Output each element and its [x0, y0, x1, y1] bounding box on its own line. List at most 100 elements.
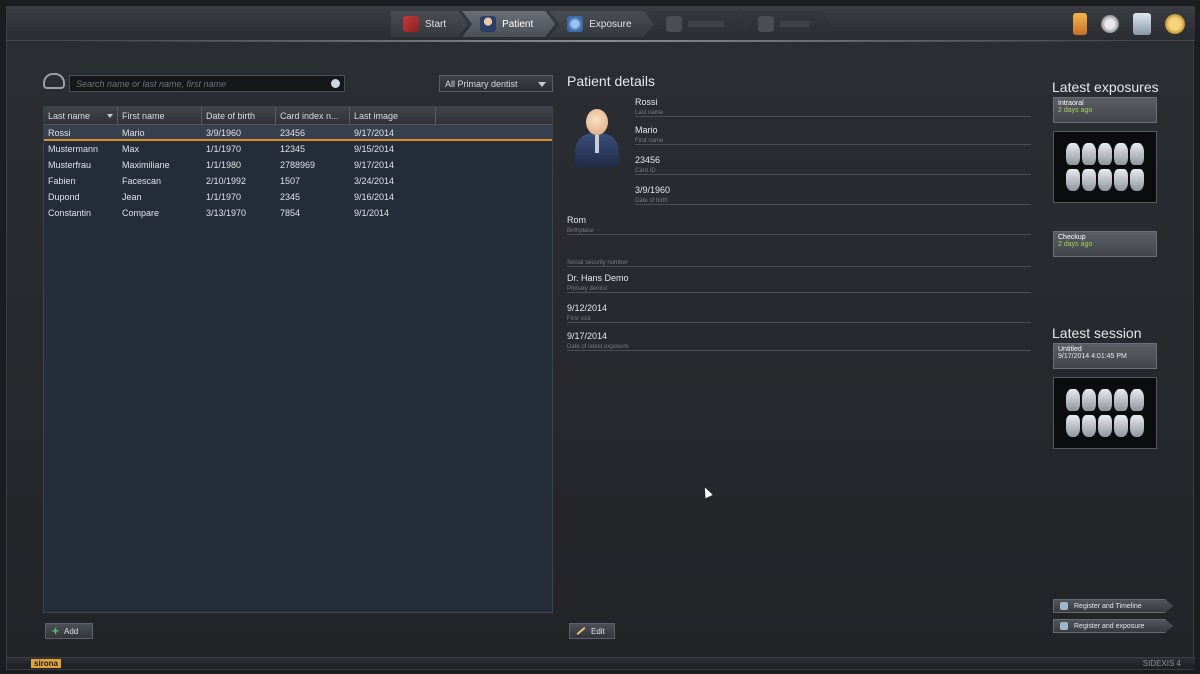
search-icon — [43, 73, 65, 89]
exposure-icon — [567, 16, 583, 32]
table-cell: 9/17/2014 — [354, 128, 395, 138]
col-last-image[interactable]: Last image — [350, 107, 436, 124]
detail-label: Card ID — [635, 168, 656, 174]
mouse-cursor — [701, 485, 713, 499]
teeth-row-lower — [1058, 169, 1152, 191]
tooth — [1130, 169, 1144, 191]
table-cell: 9/16/2014 — [354, 192, 395, 202]
detail-value: Mario — [635, 125, 658, 135]
table-row[interactable]: Rossi Mario 3/9/1960 23456 9/17/2014 — [44, 125, 552, 141]
col-first-name[interactable]: First name — [118, 107, 202, 124]
col-last-name[interactable]: Last name — [44, 107, 118, 124]
detail-label: Birthplace — [567, 228, 594, 234]
session-thumbnail[interactable] — [1053, 377, 1157, 449]
tooth — [1066, 143, 1080, 165]
exposure-icon — [1060, 622, 1068, 630]
search-input[interactable]: Search name or last name, first name — [69, 75, 345, 92]
add-button[interactable]: + Add — [45, 623, 93, 639]
patient-details-title: Patient details — [567, 73, 655, 89]
timeline-icon — [1060, 602, 1068, 610]
table-row[interactable]: Musterfrau Maximiliane 1/1/1980 2788969 9/17… — [44, 157, 552, 173]
table-cell: Rossi — [48, 128, 71, 138]
tooth — [1098, 389, 1112, 411]
detail-field: Rom Birthplace — [567, 215, 1031, 235]
latest-exposures-title: Latest exposures — [1052, 79, 1159, 95]
step-patient-label: Patient — [502, 18, 534, 30]
pencil-icon — [576, 627, 586, 635]
table-cell: 3/24/2014 — [354, 176, 395, 186]
table-cell: Max — [122, 144, 140, 154]
detail-label: First name — [635, 138, 664, 144]
table-cell: Fabien — [48, 176, 76, 186]
table-cell: Dupond — [48, 192, 80, 202]
session-card[interactable]: Untitled 9/17/2014 4:01:45 PM — [1053, 343, 1157, 449]
register-timeline-label: Register and Timeline — [1074, 602, 1142, 610]
detail-value: Rossi — [635, 97, 658, 107]
col-date-of-birth[interactable]: Date of birth — [202, 107, 276, 124]
col-card-index[interactable]: Card index n... — [276, 107, 350, 124]
table-row[interactable]: Mustermann Max 1/1/1970 12345 9/15/2014 — [44, 141, 552, 157]
table-cell: 1/1/1980 — [206, 160, 242, 170]
tooth — [1114, 415, 1128, 437]
xray-thumbnail[interactable] — [1053, 131, 1157, 203]
table-cell: Constantin — [48, 208, 92, 218]
tooth — [1130, 415, 1144, 437]
table-row[interactable]: Dupond Jean 1/1/1970 2345 9/16/2014 — [44, 189, 552, 205]
edit-button[interactable]: Edit — [569, 623, 615, 639]
step-patient[interactable]: Patient — [462, 11, 555, 37]
table-row[interactable]: Fabien Facescan 2/10/1992 1507 3/24/2014 — [44, 173, 552, 189]
folder-icon[interactable] — [1073, 13, 1087, 35]
session-name: Untitled — [1058, 346, 1082, 353]
tooth — [1130, 143, 1144, 165]
col-label: Date of birth — [206, 111, 256, 121]
avatar-head — [586, 109, 608, 135]
tooth — [1114, 143, 1128, 165]
patient-avatar — [575, 109, 619, 167]
table-cell: 2788969 — [280, 160, 316, 170]
step-start[interactable]: Start — [391, 11, 468, 37]
workflow-steps: Start Patient Exposure — [391, 11, 826, 37]
table-row[interactable]: Constantin Compare 3/13/1970 7854 9/1/2014 — [44, 205, 552, 221]
detail-field: 3/9/1960 Date of birth — [635, 185, 1031, 205]
detail-value: 3/9/1960 — [635, 185, 671, 195]
step-exposure[interactable]: Exposure — [549, 11, 653, 37]
step-exposure-label: Exposure — [589, 18, 632, 30]
detail-value: Rom — [567, 215, 587, 225]
register-exposure-label: Register and exposure — [1074, 622, 1145, 630]
step-disabled-1-label — [688, 21, 724, 27]
table-cell: 3/13/1970 — [206, 208, 247, 218]
table-cell: 9/17/2014 — [354, 160, 395, 170]
register-timeline-button[interactable]: Register and Timeline — [1053, 599, 1173, 613]
exposure-card-checkup[interactable]: Checkup 2 days ago — [1053, 231, 1157, 257]
tooth — [1082, 143, 1096, 165]
tooth — [1098, 415, 1112, 437]
exposure-card-header: Checkup 2 days ago — [1053, 231, 1157, 257]
dentist-filter-select[interactable]: All Primary dentist — [439, 75, 553, 92]
exposure-name: Intraoral — [1058, 100, 1084, 107]
sort-icon — [107, 114, 113, 118]
help-icon[interactable] — [1165, 14, 1185, 34]
table-cell: Jean — [122, 192, 142, 202]
status-bar: sirona SIDEXIS 4 — [7, 657, 1195, 669]
register-exposure-button[interactable]: Register and exposure — [1053, 619, 1173, 633]
search-go-icon[interactable] — [331, 79, 340, 88]
detail-field: Mario First name — [635, 125, 1031, 145]
teeth-row-lower — [1058, 415, 1152, 437]
table-cell: 1/1/1970 — [206, 144, 242, 154]
add-button-label: Add — [64, 626, 79, 636]
table-cell: Compare — [122, 208, 160, 218]
detail-label: Social security number — [567, 260, 628, 266]
step-disabled-2 — [740, 11, 832, 37]
detail-label: Date of latest exposure — [567, 344, 629, 350]
exposure-card-intraoral[interactable]: Intraoral 2 days ago — [1053, 97, 1157, 203]
table-header: Last name First name Date of birth Card … — [44, 107, 552, 125]
col-label: Last name — [48, 111, 91, 121]
table-body: Rossi Mario 3/9/1960 23456 9/17/2014 Musterma… — [44, 125, 552, 221]
detail-label: First visit — [567, 316, 591, 322]
detail-value — [567, 247, 1031, 259]
table-cell: 9/15/2014 — [354, 144, 395, 154]
tooth — [1066, 415, 1080, 437]
monitor-icon[interactable] — [1133, 13, 1151, 35]
gear-icon[interactable] — [1101, 15, 1119, 33]
detail-field: Rossi Last name — [635, 97, 1031, 117]
